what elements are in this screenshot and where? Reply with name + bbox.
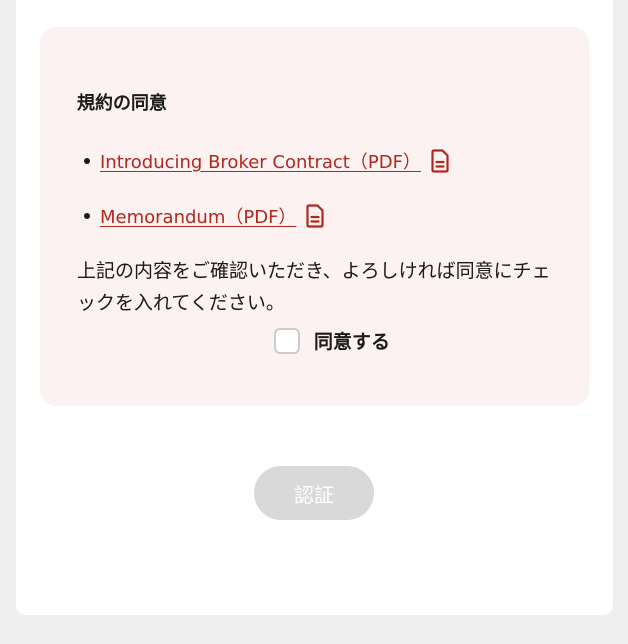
document-list-item: Memorandum（PDF）: [77, 200, 449, 232]
authenticate-button[interactable]: 認証: [254, 466, 374, 520]
terms-agreement-panel: 規約の同意 Introducing Broker Contract（PDF） M…: [40, 27, 589, 406]
introducing-broker-contract-link[interactable]: Introducing Broker Contract（PDF）: [100, 148, 421, 174]
agree-checkbox[interactable]: [274, 327, 300, 354]
agreement-instruction-text: 上記の内容をご確認いただき、よろしければ同意にチェックを入れてください。: [77, 260, 551, 314]
memorandum-link[interactable]: Memorandum（PDF）: [100, 203, 296, 229]
document-icon[interactable]: [431, 149, 449, 173]
agree-checkbox-label[interactable]: 同意する: [314, 327, 390, 354]
section-title: 規約の同意: [77, 93, 167, 114]
verification-card: 規約の同意 Introducing Broker Contract（PDF） M…: [16, 0, 613, 615]
document-list-item: Introducing Broker Contract（PDF）: [77, 145, 449, 177]
document-list: Introducing Broker Contract（PDF） Memoran…: [77, 145, 449, 255]
document-icon[interactable]: [306, 204, 325, 228]
agree-checkbox-row[interactable]: 同意する: [274, 327, 390, 354]
